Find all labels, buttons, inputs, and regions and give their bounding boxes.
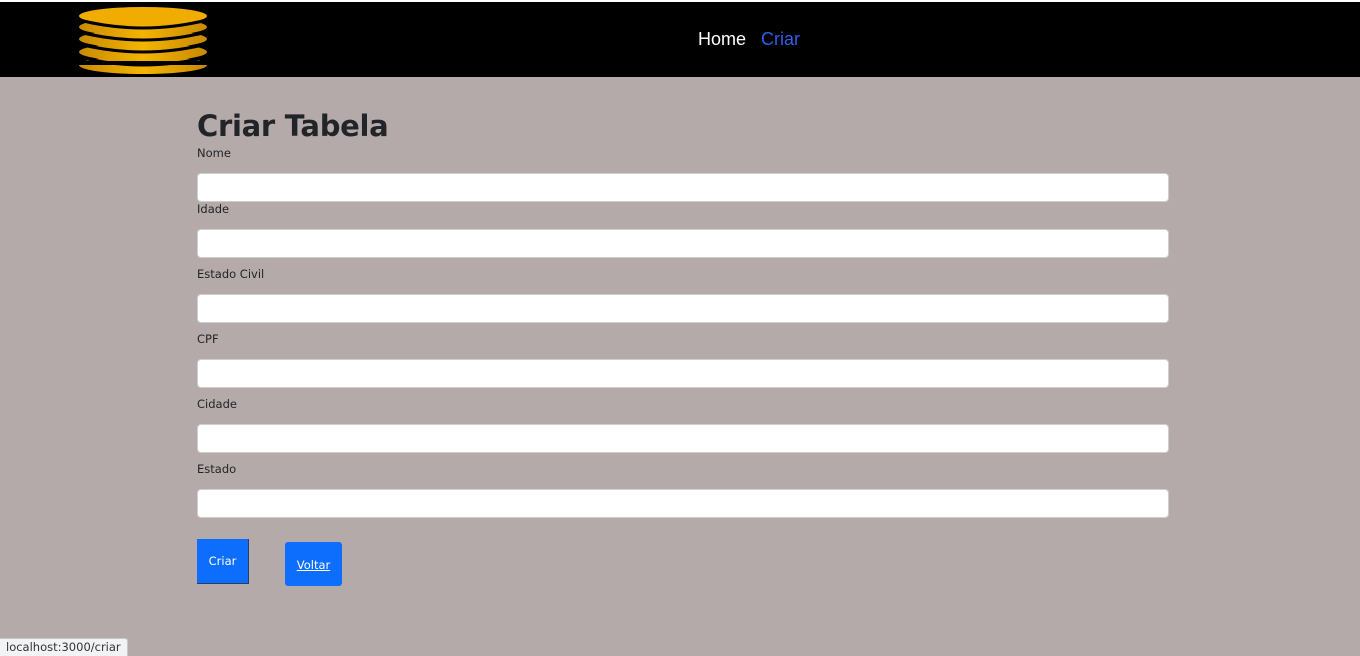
- nav-criar-link[interactable]: Criar: [761, 29, 800, 49]
- cpf-label: CPF: [197, 332, 219, 346]
- field-cpf: CPF: [197, 332, 1169, 397]
- estado-input[interactable]: [197, 489, 1169, 518]
- estado-civil-input[interactable]: [197, 294, 1169, 323]
- nome-label: Nome: [197, 146, 231, 160]
- page-title: Criar Tabela: [197, 109, 389, 143]
- criar-submit-button[interactable]: Criar: [197, 539, 249, 584]
- cidade-label: Cidade: [197, 397, 237, 411]
- idade-label: Idade: [197, 202, 230, 216]
- field-idade: Idade: [197, 202, 1169, 267]
- form-container: Criar Tabela Nome Idade Estado Civil CPF…: [197, 108, 1169, 527]
- voltar-button[interactable]: Voltar: [285, 542, 342, 586]
- status-bar-url: localhost:3000/criar: [0, 638, 128, 656]
- field-nome: Nome: [197, 146, 1169, 202]
- cidade-input[interactable]: [197, 424, 1169, 453]
- nav-home-link[interactable]: Home: [698, 29, 746, 49]
- field-cidade: Cidade: [197, 397, 1169, 462]
- estado-label: Estado: [197, 462, 237, 476]
- cpf-input[interactable]: [197, 359, 1169, 388]
- field-estado: Estado: [197, 462, 1169, 527]
- idade-input[interactable]: [197, 229, 1169, 258]
- coin-stack-icon[interactable]: [77, 6, 209, 76]
- field-estado-civil: Estado Civil: [197, 267, 1169, 332]
- nome-input[interactable]: [197, 173, 1169, 202]
- navbar: Home Criar: [0, 2, 1360, 77]
- estado-civil-label: Estado Civil: [197, 267, 265, 281]
